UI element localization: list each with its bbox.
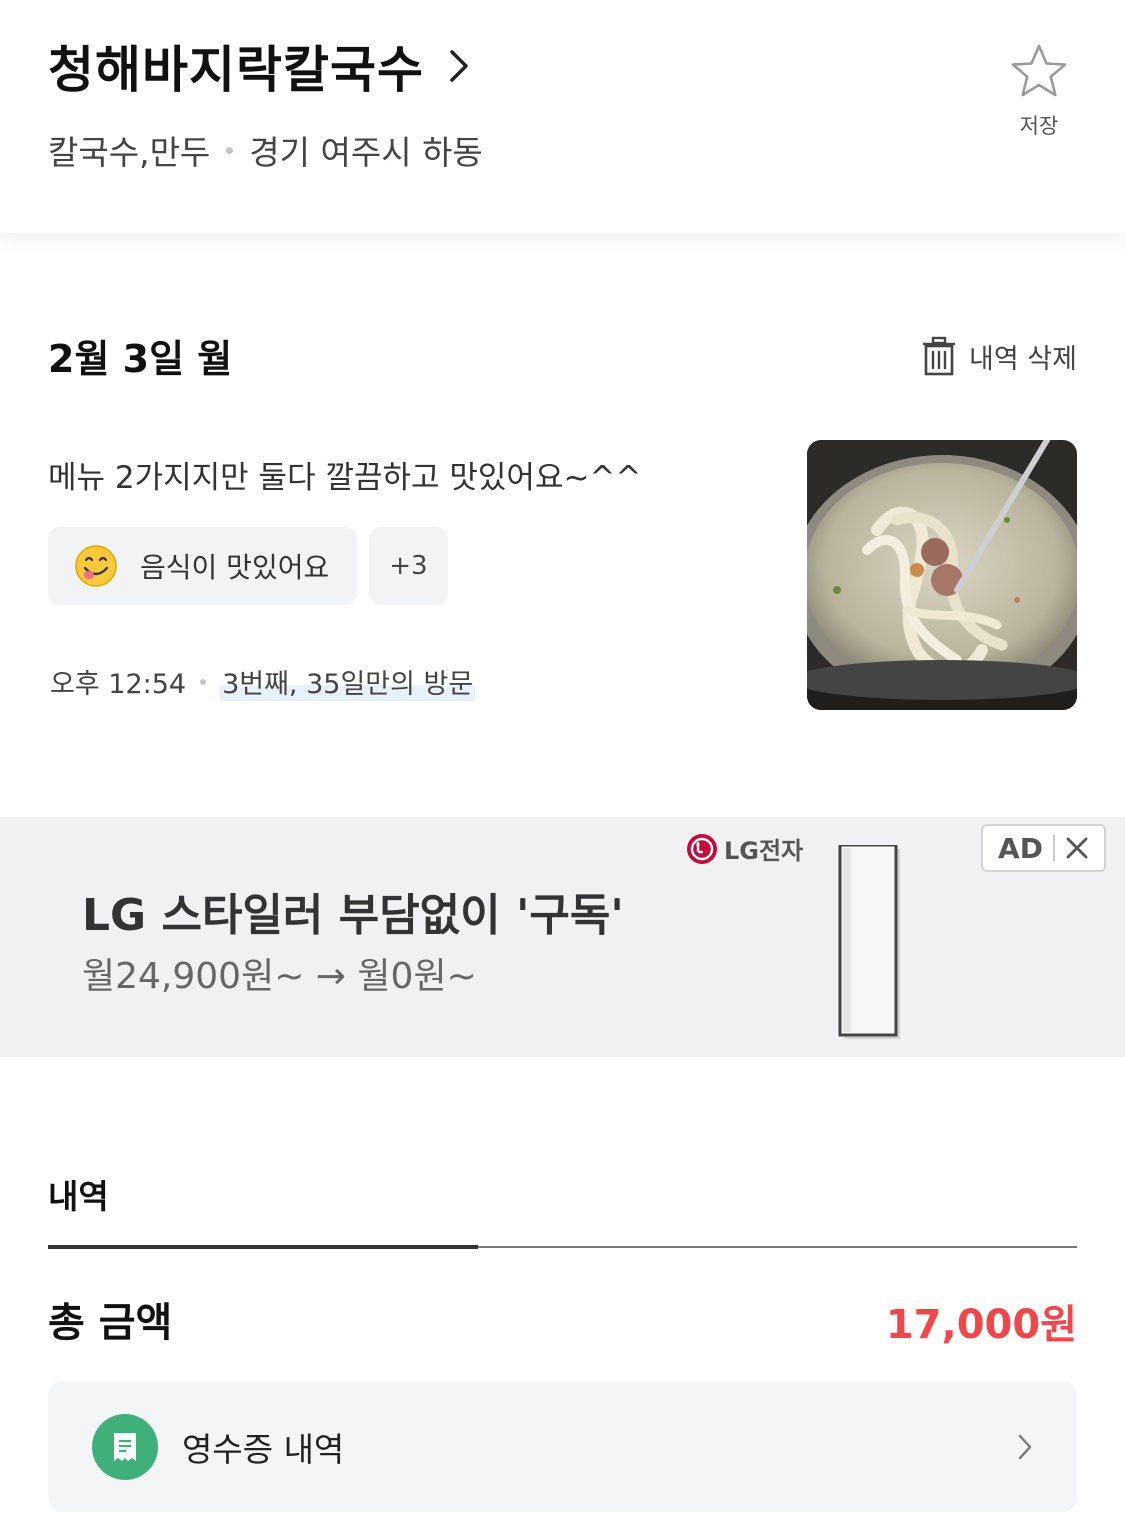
place-location: 경기 여주시 하동 xyxy=(249,133,483,172)
place-title-link[interactable]: 청해바지락칼국수 xyxy=(48,30,472,102)
chevron-right-icon xyxy=(1018,1434,1032,1460)
ad-banner[interactable]: LG전자 LG 스타일러 부담없이 '구독' 월24,900원~ → 월0원~ … xyxy=(0,817,1125,1057)
total-amount-value: 17,000원 xyxy=(885,1302,1077,1348)
place-title: 청해바지락칼국수 xyxy=(48,41,424,99)
receipt-history-button[interactable]: 영수증 내역 xyxy=(48,1381,1077,1512)
place-category: 칼국수,만두 xyxy=(48,133,211,172)
review-photo[interactable] xyxy=(807,440,1077,710)
lg-logo-icon xyxy=(687,833,717,864)
document-icon xyxy=(114,1432,136,1461)
visit-time: 오후 12:54 xyxy=(50,669,187,700)
review-text: 메뉴 2가지지만 둘다 깔끔하고 맛있어요~^^ xyxy=(48,460,642,496)
delete-history-label: 내역 삭제 xyxy=(969,343,1077,375)
ad-label: AD xyxy=(998,831,1043,865)
star-icon xyxy=(1011,44,1067,97)
receipt-history-label: 영수증 내역 xyxy=(182,1429,345,1469)
badge-divider xyxy=(1052,835,1055,861)
more-tags-button[interactable]: +3 xyxy=(369,527,448,605)
visit-count: 3번째, 35일만의 방문 xyxy=(220,662,476,701)
tab-active-indicator xyxy=(48,1245,478,1249)
close-icon xyxy=(1066,837,1088,859)
total-amount-label: 총 금액 xyxy=(48,1300,173,1346)
review-tags: 음식이 맛있어요 +3 xyxy=(48,527,448,605)
receipt-icon xyxy=(92,1413,158,1480)
yum-face-icon xyxy=(75,545,117,587)
noodle-soup-photo xyxy=(807,440,1077,710)
place-subtitle: 칼국수,만두 경기 여주시 하동 xyxy=(48,126,483,174)
ad-brand-name: LG전자 xyxy=(724,837,804,865)
trash-icon xyxy=(923,336,956,376)
save-button[interactable]: 저장 xyxy=(1004,42,1074,140)
styler-product-image xyxy=(838,845,900,1039)
ad-subline: 월24,900원~ → 월0원~ xyxy=(82,956,477,997)
chevron-right-icon xyxy=(450,50,468,82)
ad-brand: LG전자 xyxy=(686,831,803,866)
visit-date: 2월 3일 월 xyxy=(48,337,233,381)
tag-chip-label: 음식이 맛있어요 xyxy=(140,551,330,584)
place-header: 청해바지락칼국수 칼국수,만두 경기 여주시 하동 저장 xyxy=(0,0,1125,233)
tab-history[interactable]: 내역 xyxy=(48,1170,109,1218)
separator-dot xyxy=(226,146,234,154)
tag-chip-tasty[interactable]: 음식이 맛있어요 xyxy=(48,527,358,605)
ad-close-badge[interactable]: AD xyxy=(981,824,1106,872)
delete-history-button[interactable]: 내역 삭제 xyxy=(921,336,1077,376)
ad-headline: LG 스타일러 부담없이 '구독' xyxy=(82,890,624,941)
visit-meta: 오후 12:54 3번째, 35일만의 방문 xyxy=(50,662,476,701)
save-label: 저장 xyxy=(1019,114,1059,138)
separator-dot xyxy=(200,678,207,685)
